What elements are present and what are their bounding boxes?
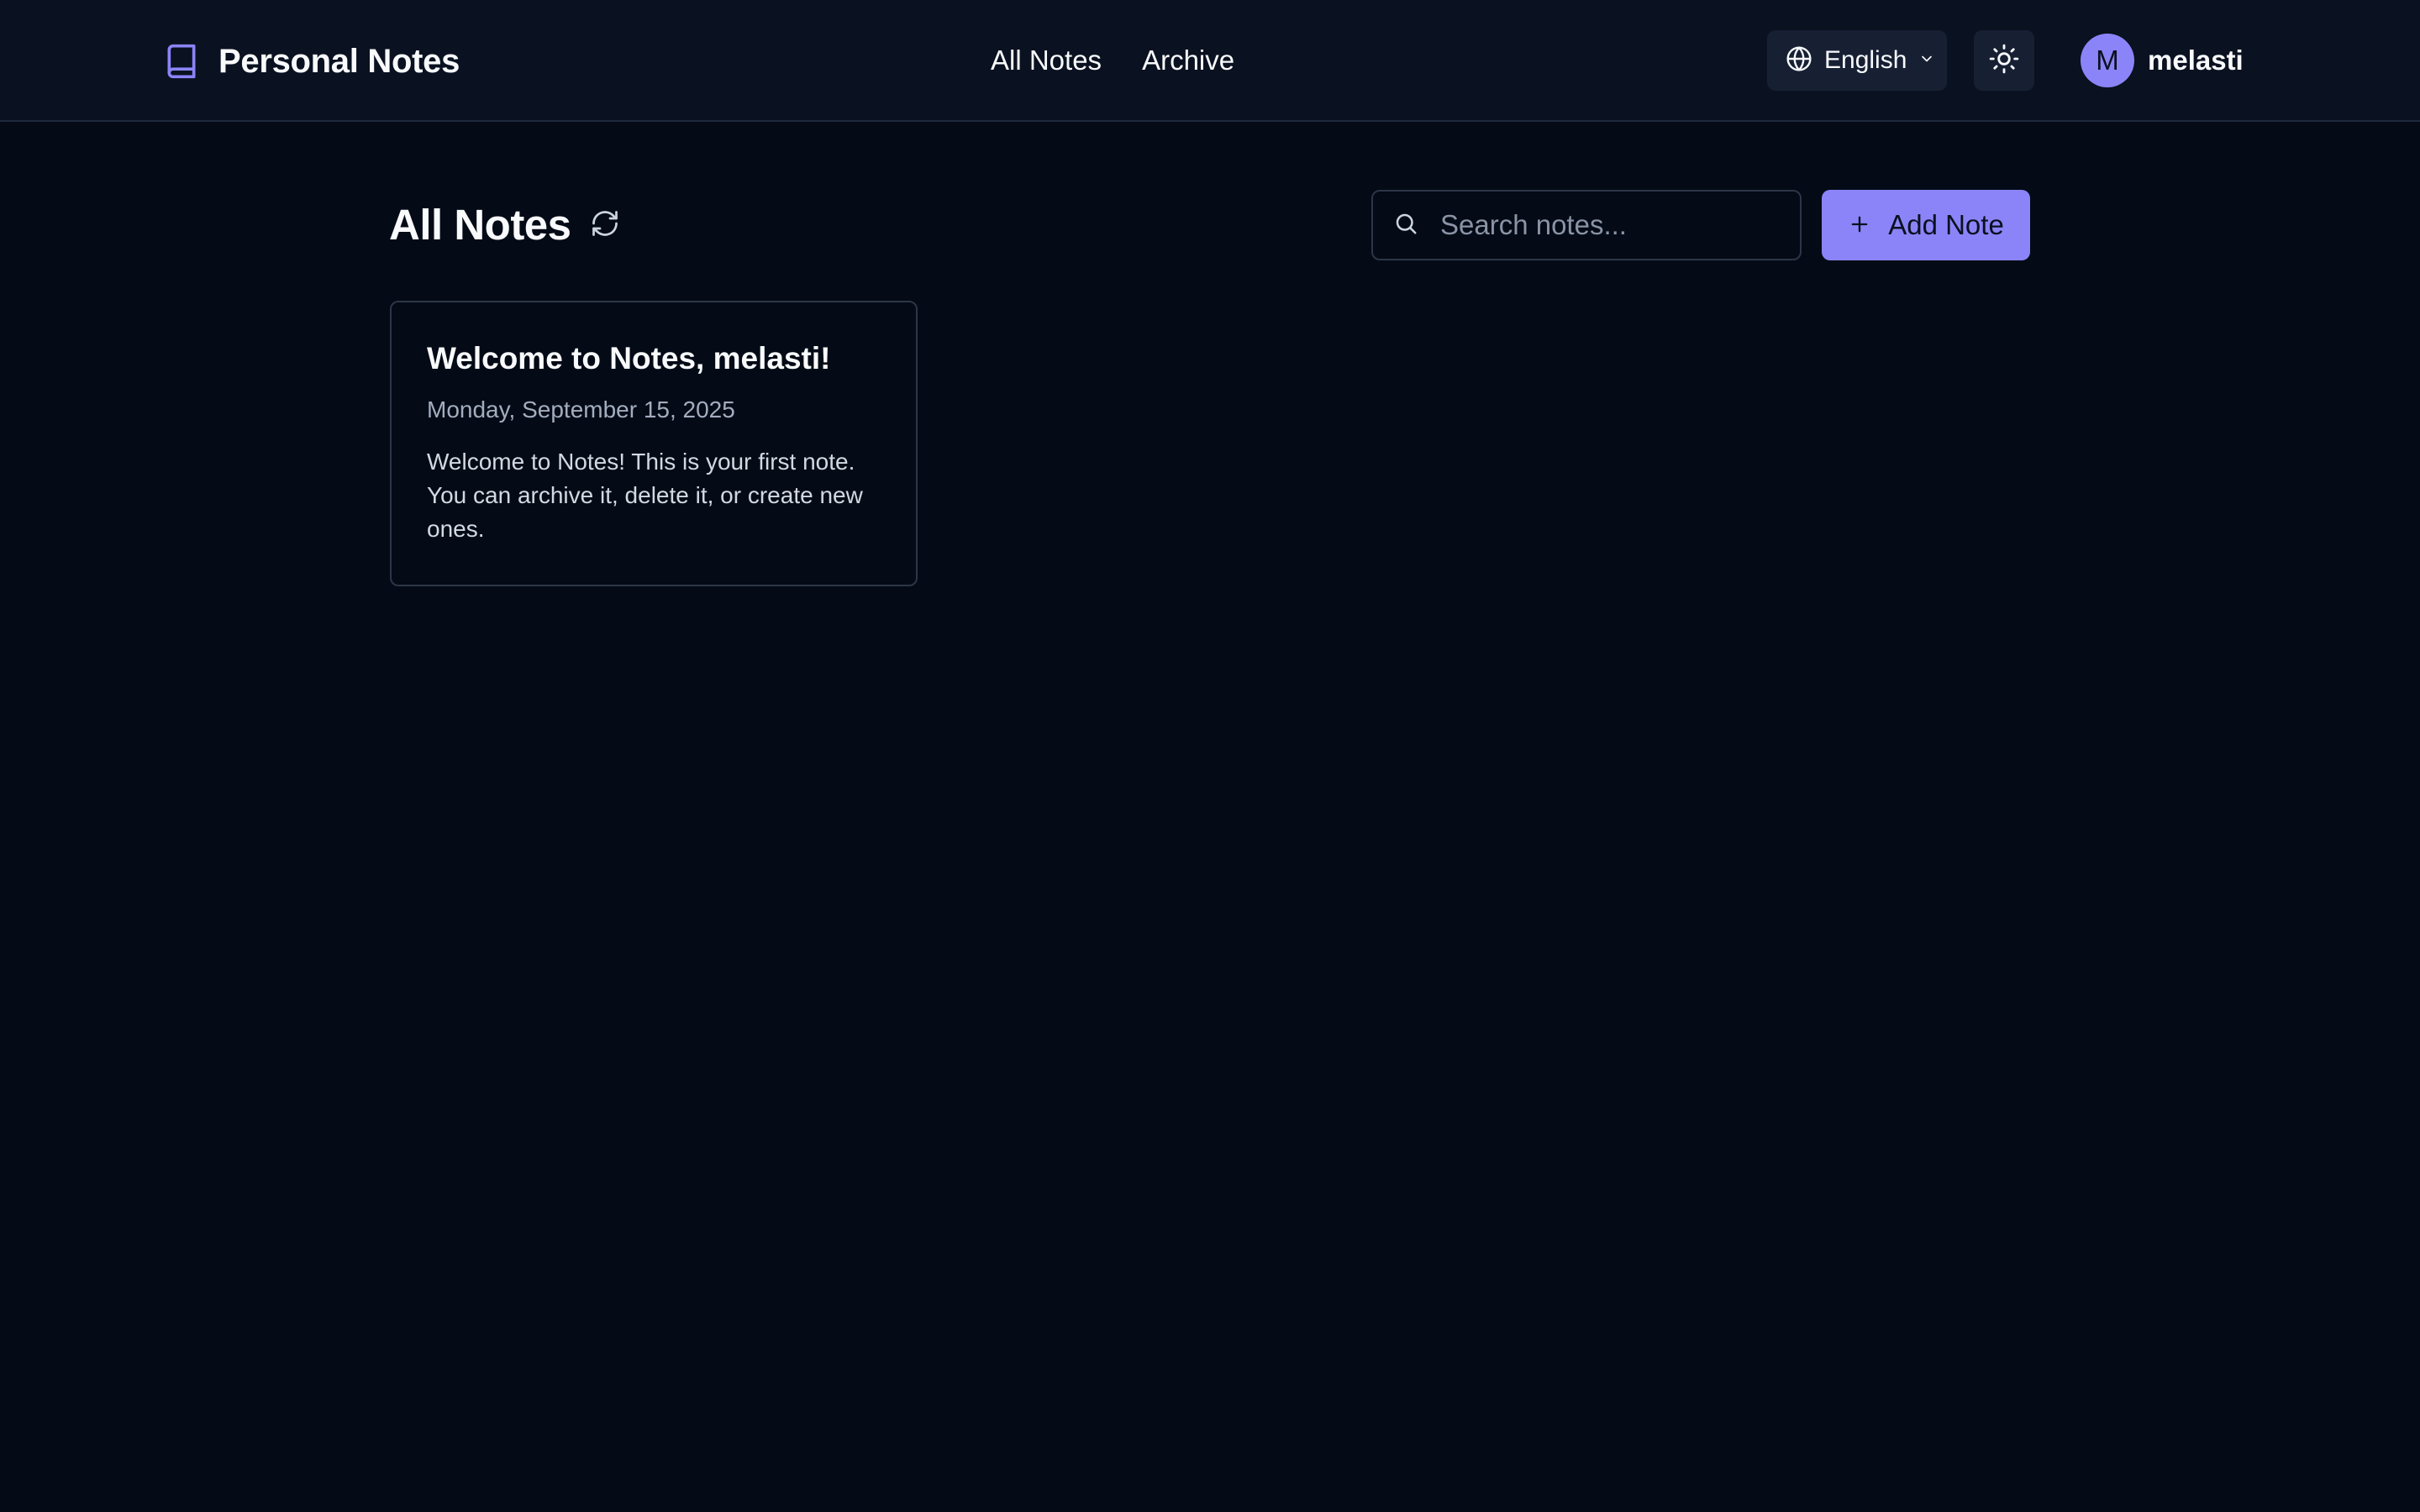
page-title: All Notes bbox=[389, 201, 571, 249]
nav-all-notes[interactable]: All Notes bbox=[991, 45, 1102, 76]
globe-icon bbox=[1786, 45, 1812, 76]
language-selector[interactable]: English bbox=[1767, 30, 1947, 91]
brand-title: Personal Notes bbox=[218, 42, 460, 80]
language-label: English bbox=[1824, 46, 1907, 74]
main-nav: All Notes Archive bbox=[991, 42, 1234, 79]
search-box bbox=[1371, 190, 1802, 260]
add-note-label: Add Note bbox=[1888, 209, 2004, 240]
refresh-icon bbox=[590, 208, 620, 243]
username: melasti bbox=[2148, 45, 2244, 76]
top-nav-bar: Personal Notes All Notes Archive English bbox=[0, 0, 2420, 122]
user-menu[interactable]: M melasti bbox=[2081, 34, 2244, 87]
refresh-button[interactable] bbox=[588, 208, 622, 242]
sun-icon bbox=[1988, 43, 2020, 79]
note-card[interactable]: Welcome to Notes, melasti! Monday, Septe… bbox=[390, 301, 918, 586]
note-body: Welcome to Notes! This is your first not… bbox=[427, 449, 863, 542]
book-icon bbox=[163, 40, 200, 82]
chevron-down-icon bbox=[1918, 50, 1935, 71]
note-title: Welcome to Notes, melasti! bbox=[427, 341, 831, 375]
note-date: Monday, September 15, 2025 bbox=[427, 396, 735, 423]
search-icon bbox=[1393, 211, 1418, 240]
nav-archive[interactable]: Archive bbox=[1142, 45, 1234, 76]
brand[interactable]: Personal Notes bbox=[163, 39, 460, 84]
add-note-button[interactable]: Add Note bbox=[1822, 190, 2030, 260]
theme-toggle-button[interactable] bbox=[1974, 30, 2034, 91]
search-input[interactable] bbox=[1440, 209, 1793, 241]
avatar: M bbox=[2081, 34, 2134, 87]
plus-icon bbox=[1848, 213, 1871, 239]
